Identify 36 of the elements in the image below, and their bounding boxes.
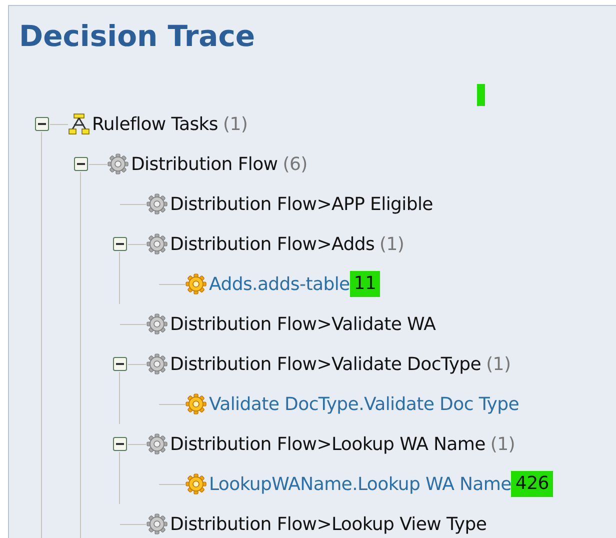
node-count: (1) — [223, 112, 248, 136]
rule-link[interactable]: Validate DocType.Validate Doc Type — [209, 390, 519, 418]
gear-icon — [146, 433, 168, 455]
gear-icon — [107, 153, 129, 175]
panel-title: Decision Trace — [19, 18, 256, 54]
rule-link[interactable]: Adds.adds-table — [209, 270, 350, 298]
tree-node-label[interactable]: Distribution Flow>APP Eligible — [170, 190, 433, 218]
gear-icon — [146, 193, 168, 215]
gear-icon — [185, 473, 207, 495]
tree-node-label[interactable]: Distribution Flow — [131, 150, 278, 178]
tree-node-label[interactable]: Ruleflow Tasks — [92, 110, 218, 138]
highlighted-number: 426 — [511, 471, 553, 497]
tree-node-label[interactable]: Distribution Flow>Validate DocType — [170, 350, 482, 378]
collapse-toggle[interactable] — [35, 117, 49, 131]
collapse-toggle[interactable] — [113, 357, 127, 371]
gear-icon — [185, 393, 207, 415]
collapse-toggle[interactable] — [113, 237, 127, 251]
gear-icon — [146, 313, 168, 335]
rule-link[interactable]: LookupWAName.Lookup WA Name — [209, 470, 512, 498]
flowchart-icon — [68, 113, 90, 135]
highlight-mark — [477, 84, 485, 106]
gear-icon — [185, 273, 207, 295]
node-count: (1) — [380, 232, 404, 256]
collapse-toggle[interactable] — [74, 157, 88, 171]
collapse-toggle[interactable] — [113, 437, 127, 451]
tree-node-label[interactable]: Distribution Flow>Lookup WA Name — [170, 430, 486, 458]
node-count: (1) — [486, 352, 511, 376]
gear-icon — [146, 353, 168, 375]
node-count: (1) — [490, 432, 516, 456]
gear-icon — [146, 513, 168, 535]
node-count: (6) — [282, 152, 308, 176]
tree-node-label[interactable]: Distribution Flow>Adds — [170, 230, 375, 258]
tree-node-label[interactable]: Distribution Flow>Validate WA — [170, 310, 436, 338]
highlighted-number: 11 — [350, 271, 380, 297]
gear-icon — [146, 233, 168, 255]
tree-node-label[interactable]: Distribution Flow>Lookup View Type — [170, 510, 487, 538]
